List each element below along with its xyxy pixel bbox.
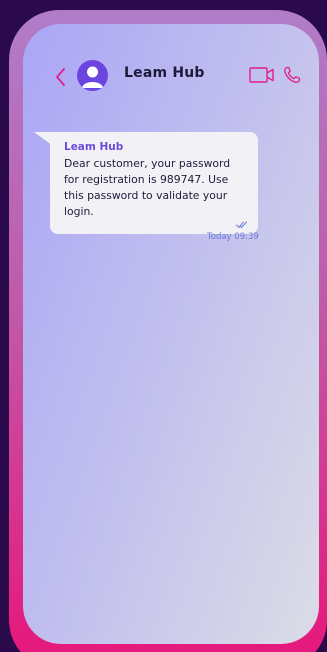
chevron-left-icon[interactable] <box>53 66 69 88</box>
chat-header: Leam Hub <box>23 24 319 124</box>
video-camera-icon[interactable] <box>249 66 275 84</box>
contact-name[interactable]: Leam Hub <box>124 65 205 81</box>
message-bubble[interactable]: Leam Hub Dear customer, your password fo… <box>34 132 258 234</box>
message-text: Dear customer, your password for registr… <box>64 157 231 218</box>
message-timestamp: Today 09:39 <box>207 232 259 242</box>
page: Leam Hub Leam Hub Dear customer, your pa… <box>0 0 327 652</box>
message-container: Leam Hub Dear customer, your password fo… <box>34 132 285 234</box>
chat-screen: Leam Hub Leam Hub Dear customer, your pa… <box>23 24 319 644</box>
user-avatar-icon[interactable] <box>77 60 108 91</box>
double-check-icon <box>236 221 247 229</box>
phone-frame: Leam Hub Leam Hub Dear customer, your pa… <box>9 10 327 652</box>
bubble-tail <box>34 132 56 148</box>
message-sender: Leam Hub <box>64 141 124 153</box>
phone-icon[interactable] <box>283 66 301 84</box>
